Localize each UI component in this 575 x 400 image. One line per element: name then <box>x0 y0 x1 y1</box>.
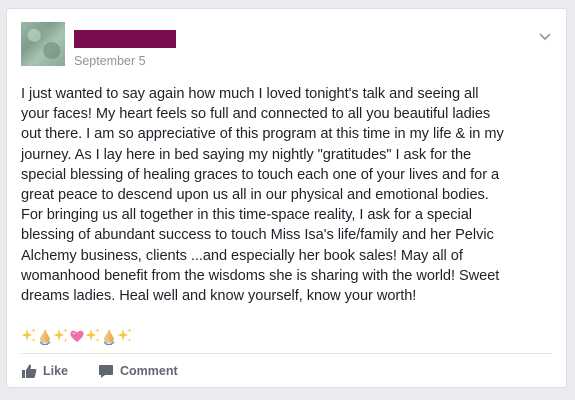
comment-icon <box>99 365 114 378</box>
praying-hands-icon <box>103 329 115 345</box>
author-name-redacted[interactable] <box>74 30 176 48</box>
like-button[interactable]: Like <box>21 363 68 379</box>
post-body: I just wanted to say again how much I lo… <box>21 86 504 305</box>
post-actions: Like Comment <box>21 359 208 383</box>
comment-label: Comment <box>120 364 178 378</box>
sparkles-icon <box>117 328 132 343</box>
post-date[interactable]: September 5 <box>74 54 146 68</box>
emoji-row <box>21 326 133 346</box>
avatar[interactable] <box>21 22 65 66</box>
chevron-down-icon[interactable] <box>538 29 552 43</box>
comment-button[interactable]: Comment <box>98 363 178 379</box>
praying-hands-icon <box>39 329 51 345</box>
post-card: September 5 I just wanted to say again h… <box>6 8 567 388</box>
sparkles-icon <box>85 328 100 343</box>
thumbs-up-icon <box>22 364 37 378</box>
divider <box>21 353 552 354</box>
like-label: Like <box>43 364 69 378</box>
sparkles-icon <box>21 328 36 343</box>
sparkles-icon <box>53 328 68 343</box>
pink-heart-icon <box>70 330 84 342</box>
